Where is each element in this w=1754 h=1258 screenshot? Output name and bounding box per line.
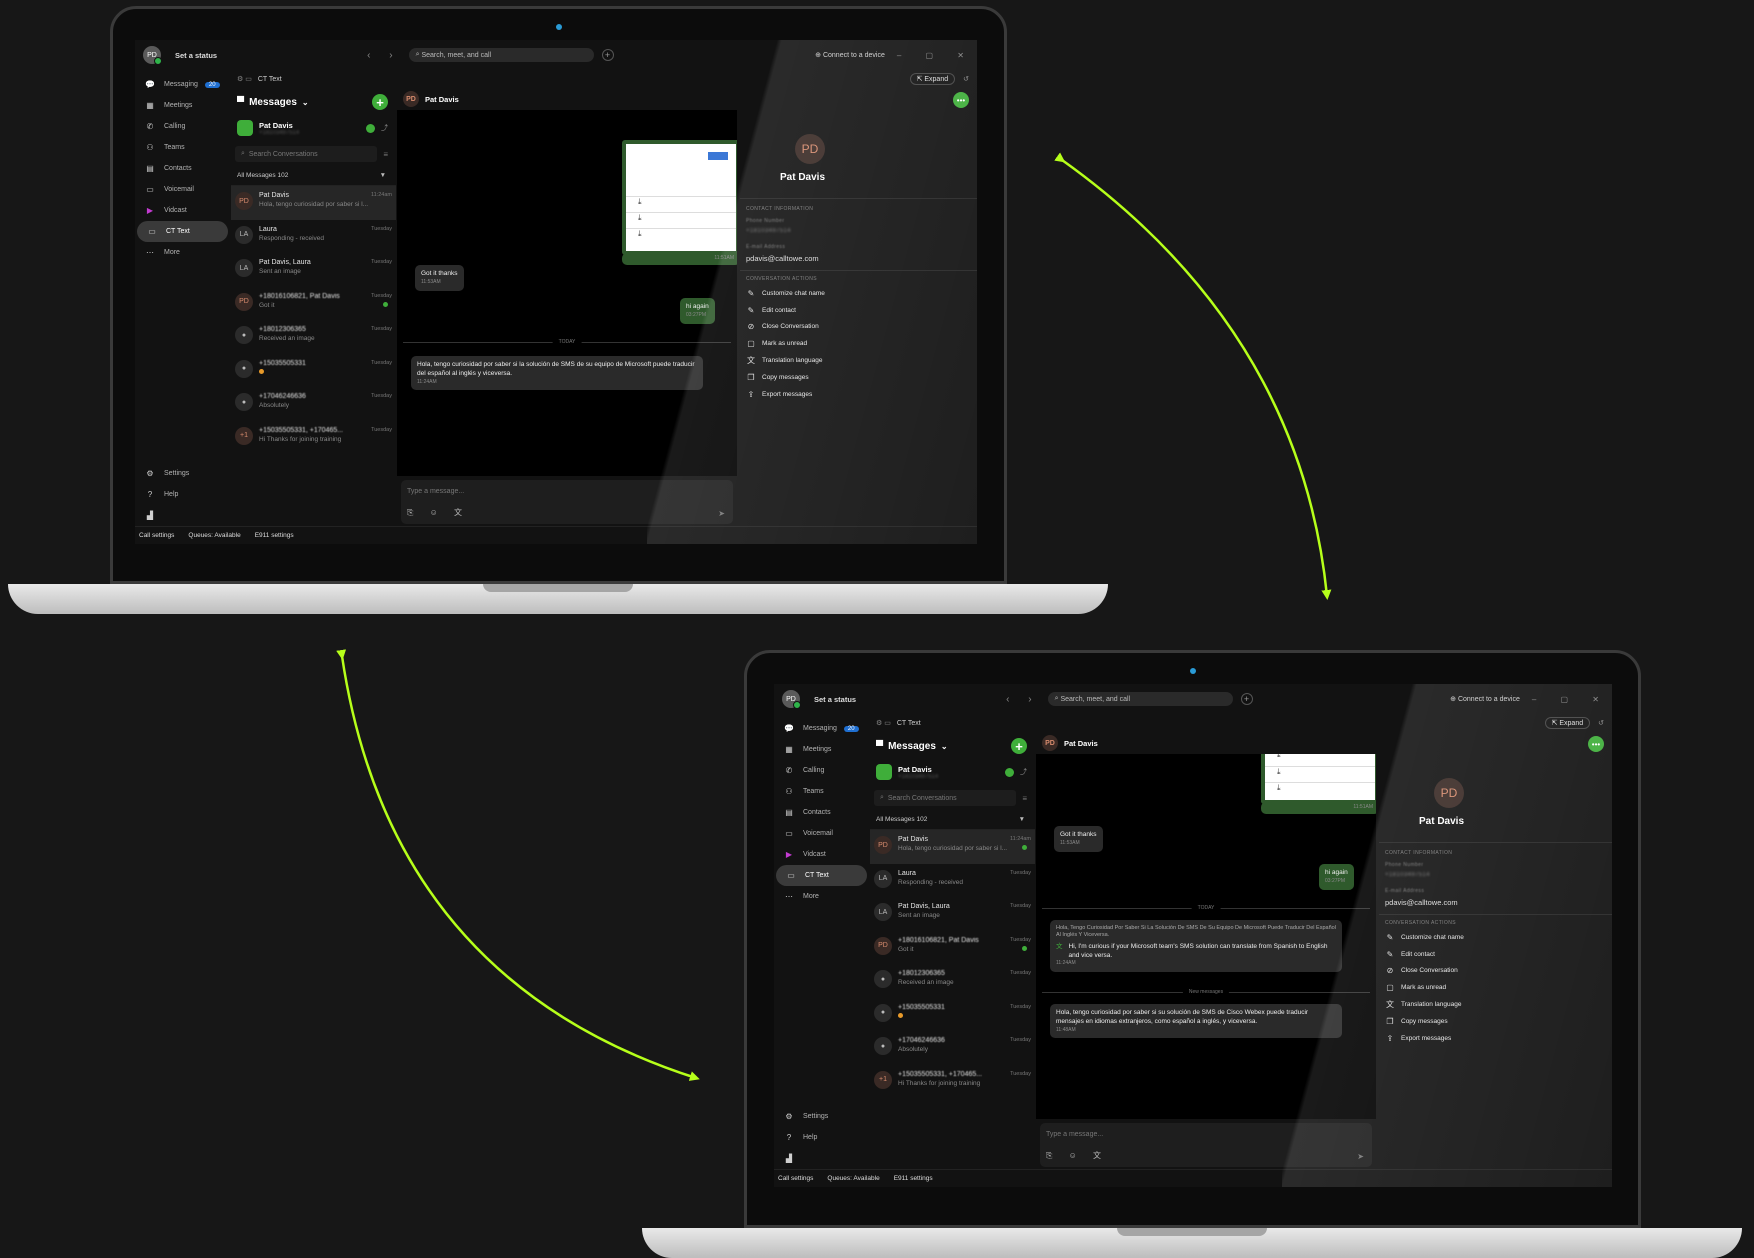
sync-arrows [336, 152, 1332, 1081]
arrow-top-to-bottom [1054, 152, 1332, 600]
arrow-bottom-to-top [336, 649, 700, 1081]
